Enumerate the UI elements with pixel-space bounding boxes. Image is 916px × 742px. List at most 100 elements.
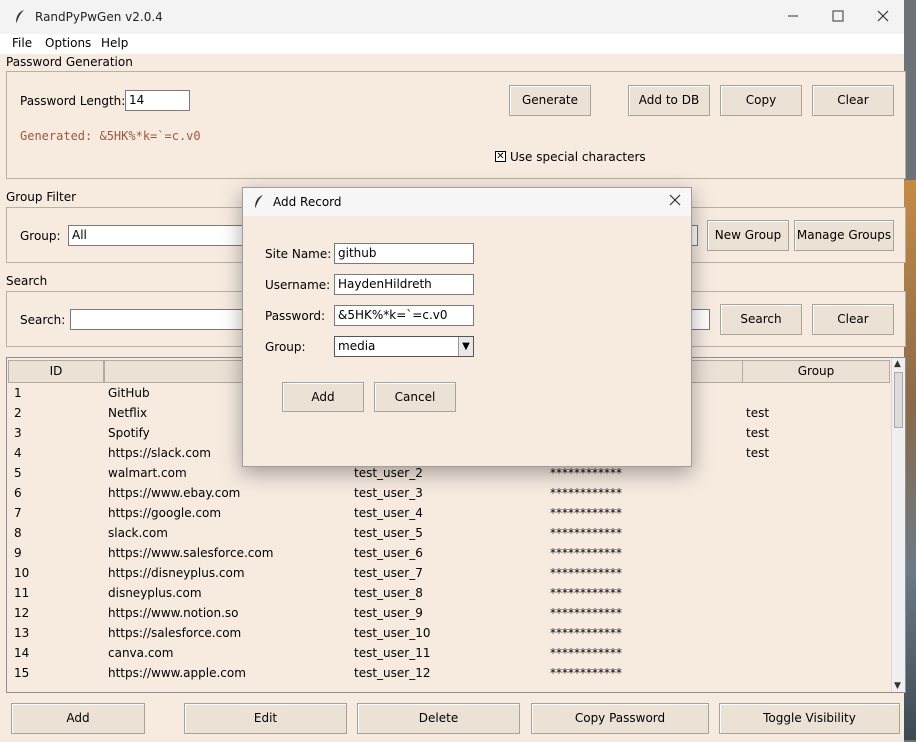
table-row[interactable]: 11 disneyplus.com test_user_8 ************ [7, 584, 891, 604]
cell-site-name: Netflix [108, 406, 148, 420]
chevron-down-icon[interactable]: ▼ [458, 337, 473, 356]
table-scrollbar[interactable]: ▲ ▼ [891, 358, 905, 692]
maximize-icon [832, 10, 844, 22]
password-generation-label: Password Generation [6, 55, 133, 69]
cell-group: test [746, 406, 770, 420]
cell-site-name: walmart.com [108, 466, 187, 480]
close-icon [877, 10, 889, 22]
cell-site-name: https://google.com [108, 506, 222, 520]
menu-bar: File Options Help [0, 34, 904, 54]
copy-password-button[interactable]: Copy Password [531, 703, 709, 734]
checkbox-checked-icon[interactable]: ✕ [495, 151, 506, 162]
window-title: RandPyPwGen v2.0.4 [35, 10, 163, 24]
cell-username: test_user_3 [354, 486, 423, 500]
menu-file[interactable]: File [12, 36, 32, 50]
column-header-group[interactable]: Group [742, 360, 890, 383]
cell-group: test [746, 426, 770, 440]
cell-password: ************ [550, 506, 622, 520]
cell-site-name: Spotify [108, 426, 150, 440]
cell-username: test_user_12 [354, 666, 431, 680]
manage-groups-button[interactable]: Manage Groups [794, 220, 894, 251]
generate-button[interactable]: Generate [509, 85, 591, 116]
cell-password: ************ [550, 526, 622, 540]
clear-search-button[interactable]: Clear [812, 304, 894, 335]
table-row[interactable]: 14 canva.com test_user_11 ************ [7, 644, 891, 664]
cell-site-name: https://www.apple.com [108, 666, 246, 680]
delete-record-button[interactable]: Delete [357, 703, 520, 734]
cell-site-name: GitHub [108, 386, 150, 400]
password-input[interactable]: &5HK%*k=`=c.v0 [334, 305, 474, 326]
generated-password-text: Generated: &5HK%*k=`=c.v0 [20, 129, 201, 143]
cell-site-name: https://slack.com [108, 446, 211, 460]
cell-site-name: https://www.ebay.com [108, 486, 241, 500]
table-row[interactable]: 15 https://www.apple.com test_user_12 *****… [7, 664, 891, 684]
special-characters-label[interactable]: Use special characters [510, 150, 646, 164]
cell-site-name: https://salesforce.com [108, 626, 242, 640]
cell-site-name: disneyplus.com [108, 586, 202, 600]
dialog-cancel-button[interactable]: Cancel [374, 382, 456, 412]
title-bar[interactable]: RandPyPwGen v2.0.4 [0, 0, 904, 34]
search-section-label: Search [6, 274, 48, 288]
menu-options[interactable]: Options [45, 36, 91, 50]
search-button[interactable]: Search [720, 304, 802, 335]
username-label: Username: [265, 278, 331, 292]
site-name-label: Site Name: [265, 247, 332, 261]
minimize-icon [788, 15, 798, 17]
table-row[interactable]: 8 slack.com test_user_5 ************ [7, 524, 891, 544]
dialog-add-button[interactable]: Add [282, 382, 364, 412]
dialog-title-bar[interactable]: Add Record [243, 188, 691, 216]
close-button[interactable] [863, 6, 903, 30]
table-row[interactable]: 6 https://www.ebay.com test_user_3 ********… [7, 484, 891, 504]
group-label: Group: [265, 340, 306, 354]
feather-icon [253, 194, 265, 213]
group-combobox[interactable]: media ▼ [334, 336, 474, 357]
bottom-toolbar: Add Edit Delete Copy Password Toggle Vis… [0, 695, 904, 742]
cell-password: ************ [550, 666, 622, 680]
add-record-button[interactable]: Add [11, 703, 145, 734]
cell-id: 8 [14, 526, 22, 540]
cell-id: 13 [14, 626, 30, 640]
table-row[interactable]: 9 https://www.salesforce.com test_user_6 **… [7, 544, 891, 564]
clear-generated-button[interactable]: Clear [812, 85, 894, 116]
password-length-label: Password Length: [20, 94, 126, 108]
password-label: Password: [265, 309, 326, 323]
table-row[interactable]: 7 https://google.com test_user_4 **********… [7, 504, 891, 524]
add-to-db-button[interactable]: Add to DB [628, 85, 710, 116]
minimize-button[interactable] [773, 6, 813, 30]
cell-id: 6 [14, 486, 22, 500]
dialog-close-icon[interactable] [669, 194, 681, 209]
table-row[interactable]: 13 https://salesforce.com test_user_10 ****… [7, 624, 891, 644]
cell-username: test_user_7 [354, 566, 423, 580]
cell-id: 1 [14, 386, 22, 400]
maximize-button[interactable] [818, 6, 858, 30]
username-input[interactable]: HaydenHildreth [334, 274, 474, 295]
site-name-input[interactable]: github [334, 243, 474, 264]
cell-username: test_user_8 [354, 586, 423, 600]
cell-site-name: https://www.notion.so [108, 606, 239, 620]
cell-password: ************ [550, 606, 622, 620]
cell-password: ************ [550, 546, 622, 560]
column-header-id[interactable]: ID [8, 360, 104, 383]
cell-id: 4 [14, 446, 22, 460]
edit-record-button[interactable]: Edit [184, 703, 347, 734]
cell-id: 10 [14, 566, 30, 580]
cell-id: 5 [14, 466, 22, 480]
scrollbar-thumb[interactable] [894, 372, 903, 428]
cell-password: ************ [550, 626, 622, 640]
password-length-input[interactable]: 14 [125, 90, 190, 111]
cell-password: ************ [550, 646, 622, 660]
table-row[interactable]: 12 https://www.notion.so test_user_9 ******… [7, 604, 891, 624]
cell-username: test_user_11 [354, 646, 431, 660]
cell-id: 2 [14, 406, 22, 420]
cell-password: ************ [550, 486, 622, 500]
table-row[interactable]: 10 https://disneyplus.com test_user_7 *****… [7, 564, 891, 584]
menu-help[interactable]: Help [101, 36, 128, 50]
copy-button[interactable]: Copy [720, 85, 802, 116]
cell-username: test_user_2 [354, 466, 423, 480]
scroll-up-icon[interactable]: ▲ [894, 359, 901, 369]
scroll-down-icon[interactable]: ▼ [894, 681, 901, 691]
cell-id: 12 [14, 606, 30, 620]
toggle-visibility-button[interactable]: Toggle Visibility [719, 703, 900, 734]
table-row[interactable]: 5 walmart.com test_user_2 ************ [7, 464, 891, 484]
new-group-button[interactable]: New Group [707, 220, 789, 251]
